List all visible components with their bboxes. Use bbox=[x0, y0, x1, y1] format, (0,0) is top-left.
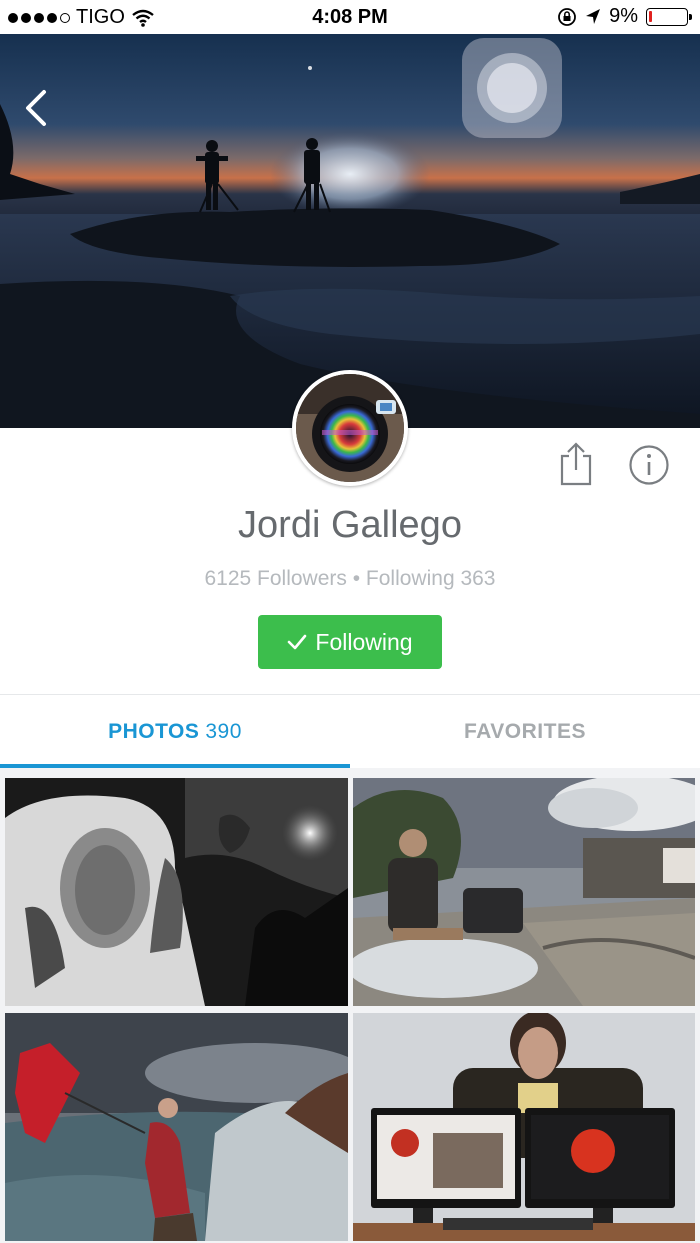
photo-thumbnail[interactable] bbox=[353, 778, 695, 1006]
info-button[interactable] bbox=[628, 444, 670, 486]
tab-favorites[interactable]: FAVORITES bbox=[350, 695, 700, 769]
status-bar: TIGO 4:08 PM 9% bbox=[0, 0, 700, 34]
following-button[interactable]: Following bbox=[258, 615, 442, 669]
share-icon bbox=[560, 442, 592, 486]
tab-favorites-label: FAVORITES bbox=[464, 720, 586, 743]
checkmark-icon bbox=[288, 634, 307, 650]
share-button[interactable] bbox=[556, 440, 596, 486]
photo-thumbnail[interactable] bbox=[5, 778, 348, 1006]
tab-photos[interactable]: PHOTOS 390 bbox=[0, 695, 350, 769]
photo-thumbnail[interactable] bbox=[353, 1013, 695, 1241]
assistive-touch-button[interactable] bbox=[462, 38, 562, 138]
following-label: Following bbox=[315, 628, 413, 655]
location-arrow-icon bbox=[586, 8, 601, 24]
photo-grid bbox=[0, 768, 700, 1243]
chevron-left-icon bbox=[26, 90, 46, 126]
photo-thumbnail[interactable] bbox=[5, 1013, 348, 1241]
battery-icon bbox=[646, 7, 692, 26]
profile-tabs: PHOTOS 390 FAVORITES bbox=[0, 694, 700, 768]
battery-percent: 9% bbox=[609, 5, 638, 27]
info-icon bbox=[629, 445, 669, 485]
tab-photos-count: 390 bbox=[205, 720, 242, 743]
back-button[interactable] bbox=[18, 86, 58, 130]
rotation-lock-icon bbox=[558, 7, 576, 26]
profile-stats[interactable]: 6125 Followers • Following 363 bbox=[0, 567, 700, 591]
cover-photo bbox=[0, 34, 700, 428]
profile-name: Jordi Gallego bbox=[238, 504, 462, 546]
status-right: 9% bbox=[557, 5, 692, 28]
tab-photos-label: PHOTOS bbox=[108, 720, 200, 743]
avatar bbox=[292, 370, 408, 486]
